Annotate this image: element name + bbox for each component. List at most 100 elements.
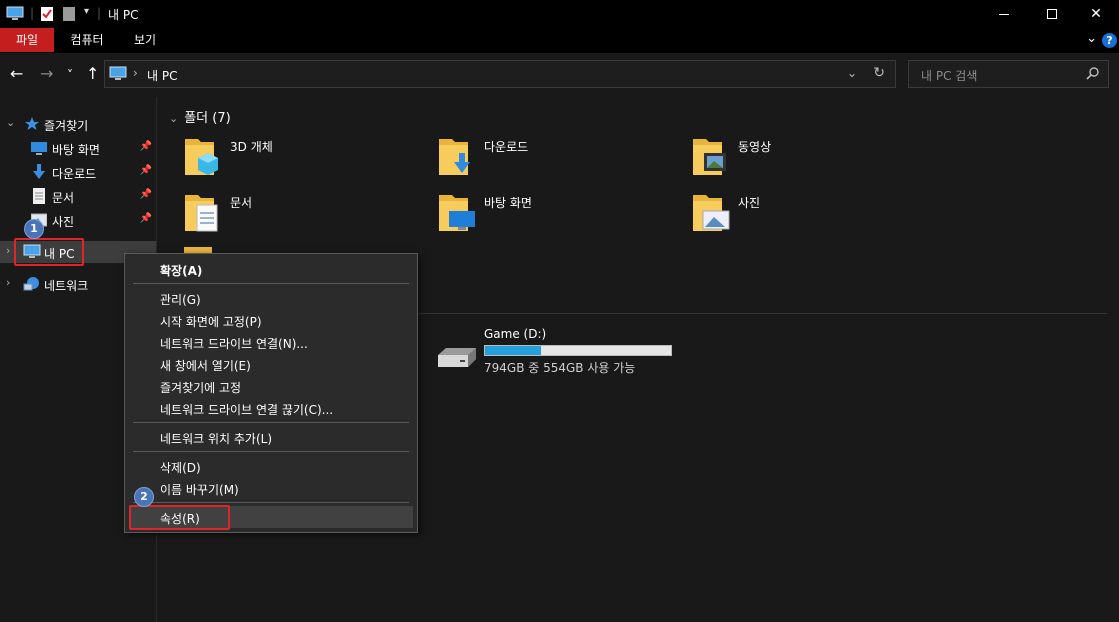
folder-label: 사진 [738, 196, 761, 210]
help-icon[interactable]: ? [1102, 33, 1117, 48]
menu-item-label: 시작 화면에 고정(P) [160, 315, 262, 329]
tab-file[interactable]: 파일 [0, 28, 54, 52]
folder-3d-objects[interactable]: 3D 개체 [184, 135, 434, 183]
up-button[interactable]: ↑ [86, 65, 99, 83]
computer-icon[interactable] [6, 6, 24, 22]
drive-free-space: 794GB 중 554GB 사용 가능 [484, 361, 636, 375]
star-icon [25, 117, 39, 130]
sidebar-item-documents[interactable]: 문서 📌 [0, 185, 156, 207]
folder-label: 다운로드 [484, 140, 529, 154]
pin-icon: 📌 [139, 189, 152, 200]
menu-item-expand[interactable]: 확장(A) [129, 258, 413, 280]
forward-button[interactable]: → [40, 65, 53, 83]
menu-separator [133, 283, 409, 284]
folder-desktop[interactable]: 바탕 화면 [438, 191, 688, 239]
folder-documents-icon [185, 195, 218, 232]
folder-label: 3D 개체 [230, 140, 273, 154]
breadcrumb-separator[interactable]: › [133, 66, 138, 80]
search-box[interactable]: 내 PC 검색 [908, 60, 1109, 88]
menu-item-pin-to-favorites[interactable]: 즐겨찾기에 고정 [129, 375, 413, 397]
highlight-box-this-pc [14, 238, 84, 266]
folder-pictures-icon [693, 195, 730, 231]
address-dropdown-icon[interactable]: ⌄ [847, 66, 857, 80]
folder-label: 동영상 [738, 140, 772, 154]
folder-desktop-icon [439, 195, 475, 231]
menu-item-open-new-window[interactable]: 새 창에서 열기(E) [129, 353, 413, 375]
menu-item-rename[interactable]: 이름 바꾸기(M) [129, 477, 413, 499]
chevron-down-icon[interactable]: ⌄ [6, 116, 15, 129]
folders-group-header[interactable]: ⌄ 폴더 (7) [169, 107, 231, 126]
chevron-right-icon[interactable]: › [6, 276, 10, 289]
folder-pictures[interactable]: 사진 [692, 191, 942, 239]
refresh-icon[interactable]: ↻ [873, 65, 885, 81]
folder-label: 바탕 화면 [484, 196, 532, 210]
folder-label: 문서 [230, 196, 253, 210]
sidebar-item-label: 다운로드 [52, 167, 97, 181]
drive-usage-bar [484, 345, 672, 356]
menu-item-label: 새 창에서 열기(E) [160, 359, 251, 373]
context-menu: 확장(A) 관리(G) 시작 화면에 고정(P) 네트워크 드라이브 연결(N)… [124, 253, 418, 533]
menu-item-label: 관리(G) [160, 293, 201, 307]
menu-item-label: 삭제(D) [160, 461, 201, 475]
drive-usage-fill [485, 346, 541, 355]
sidebar-item-desktop[interactable]: 바탕 화면 📌 [0, 137, 156, 159]
sidebar-item-label: 사진 [52, 215, 75, 229]
properties-quick-icon[interactable] [40, 6, 54, 22]
menu-item-label: 확장(A) [160, 264, 203, 278]
folder-videos[interactable]: 동영상 [692, 135, 942, 183]
sidebar-item-favorites[interactable]: ⌄ 즐겨찾기 [0, 113, 156, 135]
minimize-button[interactable] [981, 0, 1027, 28]
folder-3d-objects-icon [185, 139, 218, 175]
new-folder-quick-icon[interactable] [62, 6, 76, 22]
folder-videos-icon [693, 139, 726, 175]
search-icon[interactable] [1086, 66, 1100, 80]
computer-icon [109, 66, 127, 80]
download-icon [33, 164, 45, 179]
title-bar: | ▾ | 내 PC ✕ [0, 0, 1119, 28]
sidebar-item-downloads[interactable]: 다운로드 📌 [0, 161, 156, 183]
title-separator: | [30, 6, 35, 20]
menu-separator [133, 422, 409, 423]
menu-item-label: 이름 바꾸기(M) [160, 483, 239, 497]
step-badge-2: 2 [134, 487, 154, 507]
menu-item-label: 네트워크 드라이브 연결 끊기(C)... [160, 403, 334, 417]
chevron-down-icon[interactable]: ⌄ [169, 112, 178, 125]
menu-item-map-network-drive[interactable]: 네트워크 드라이브 연결(N)... [129, 331, 413, 353]
menu-separator [133, 451, 409, 452]
breadcrumb-this-pc[interactable]: 내 PC [147, 67, 177, 84]
tab-view[interactable]: 보기 [122, 28, 168, 52]
menu-item-label: 즐겨찾기에 고정 [160, 381, 242, 395]
menu-item-disconnect-network-drive[interactable]: 네트워크 드라이브 연결 끊기(C)... [129, 397, 413, 419]
menu-item-manage[interactable]: 관리(G) [129, 287, 413, 309]
network-icon [23, 277, 39, 291]
menu-item-label: 네트워크 위치 추가(L) [160, 432, 272, 446]
back-button[interactable]: ← [10, 65, 23, 83]
close-button[interactable]: ✕ [1073, 0, 1119, 28]
group-header-label: 폴더 (7) [184, 111, 231, 126]
title-separator: | [97, 6, 102, 20]
recent-locations-button[interactable]: ˅ [67, 66, 73, 84]
folder-downloads[interactable]: 다운로드 [438, 135, 688, 183]
folder-documents[interactable]: 문서 [184, 191, 434, 239]
sidebar-item-label: 바탕 화면 [52, 143, 100, 157]
document-icon [33, 188, 45, 204]
menu-item-label: 네트워크 드라이브 연결(N)... [160, 337, 308, 351]
maximize-button[interactable] [1029, 0, 1075, 28]
navigation-bar: ← → ˅ ↑ › 내 PC ⌄ ↻ 내 PC 검색 [0, 53, 1119, 97]
menu-item-delete[interactable]: 삭제(D) [129, 455, 413, 477]
tab-computer[interactable]: 컴퓨터 [60, 28, 114, 52]
chevron-right-icon[interactable]: › [6, 244, 10, 257]
menu-separator [133, 502, 409, 503]
address-bar[interactable]: › 내 PC ⌄ ↻ [104, 60, 896, 88]
pin-icon: 📌 [139, 165, 152, 176]
sidebar-item-label: 네트워크 [44, 279, 89, 293]
expand-ribbon-icon[interactable]: ⌄ [1086, 31, 1097, 46]
quick-access-dropdown-icon[interactable]: ▾ [84, 6, 89, 17]
pin-icon: 📌 [139, 141, 152, 152]
menu-item-pin-to-start[interactable]: 시작 화면에 고정(P) [129, 309, 413, 331]
drive-d[interactable]: Game (D:) 794GB 중 554GB 사용 가능 [432, 327, 692, 377]
sidebar-item-label: 문서 [52, 191, 75, 205]
search-input[interactable]: 내 PC 검색 [921, 67, 977, 84]
menu-item-add-network-location[interactable]: 네트워크 위치 추가(L) [129, 426, 413, 448]
ribbon-tabs: 파일 컴퓨터 보기 ⌄ ? [0, 28, 1119, 53]
